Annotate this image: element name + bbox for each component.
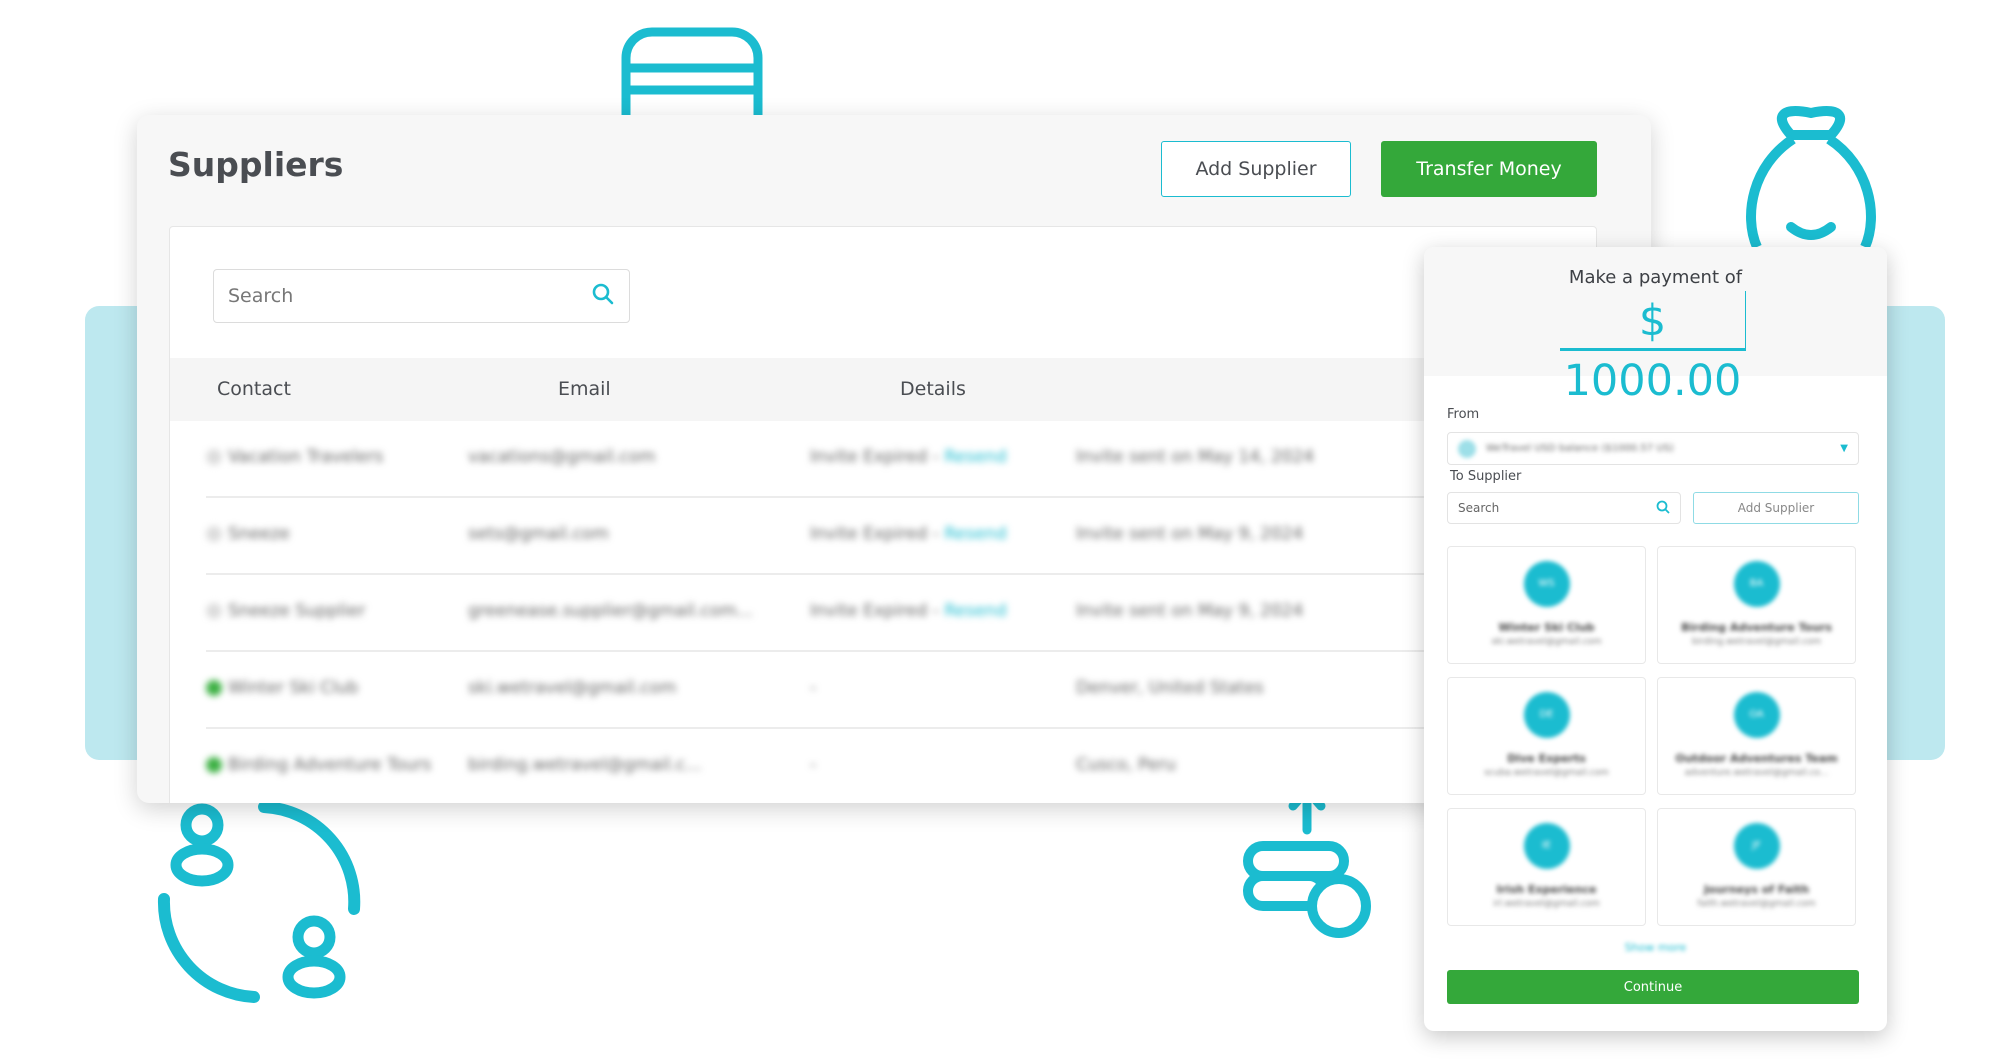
contact-name: Sneeze xyxy=(228,524,290,544)
search-icon xyxy=(591,282,615,311)
details-cell: Invite Expired - Resend xyxy=(810,447,1007,467)
supplier-email: faith.wetravel@gmail.com xyxy=(1697,899,1816,909)
email-cell: ski.wetravel@gmail.com xyxy=(468,678,677,698)
extra-cell: Denver, United States xyxy=(1076,678,1264,698)
from-select[interactable]: WeTravel USD balance ($1000.57 US) ▼ xyxy=(1447,432,1859,465)
avatar: IE xyxy=(1523,823,1570,869)
suppliers-table-panel: Search Contact Email Details Vacation Tr… xyxy=(169,226,1606,803)
continue-button[interactable]: Continue xyxy=(1447,970,1859,1004)
amount-input[interactable]: $ 1000.00 xyxy=(1560,291,1746,406)
supplier-email: adventure.wetravel@gmail.co... xyxy=(1684,768,1829,778)
search-icon xyxy=(1656,500,1670,517)
add-supplier-button[interactable]: Add Supplier xyxy=(1161,141,1351,197)
status-dot xyxy=(206,449,222,465)
show-more-link[interactable]: Show more xyxy=(1424,941,1887,954)
payment-heading: Make a payment of xyxy=(1568,267,1743,288)
to-supplier-label: To Supplier xyxy=(1450,469,1522,484)
supplier-name: Winter Ski Club xyxy=(1498,621,1595,634)
table-header: Contact Email Details xyxy=(170,358,1596,421)
supplier-card[interactable]: DE Dive Experts scuba.wetravel@gmail.com xyxy=(1447,677,1646,795)
extra-cell: Invite sent on May 9, 2024 xyxy=(1076,601,1304,621)
status-dot xyxy=(206,603,222,619)
payment-header: Make a payment of $ 1000.00 xyxy=(1424,247,1887,406)
contact-name: Sneeze Supplier xyxy=(228,601,366,621)
money-bag-icon xyxy=(1743,105,1879,251)
avatar: BA xyxy=(1733,561,1780,607)
account-icon xyxy=(1458,439,1476,458)
contact-cell: Sneeze Supplier xyxy=(206,601,365,621)
contact-cell: Birding Adventure Tours xyxy=(206,755,431,775)
supplier-name: Irish Experience xyxy=(1496,883,1597,896)
extra-cell: Invite sent on May 14, 2024 xyxy=(1076,447,1315,467)
from-label: From xyxy=(1447,407,1480,422)
avatar: DE xyxy=(1523,692,1570,738)
supplier-email: irl.wetravel@gmail.com xyxy=(1493,899,1600,909)
details-cell: Invite Expired - Resend xyxy=(810,524,1007,544)
supplier-search-input[interactable]: Search xyxy=(1447,492,1681,524)
supplier-email: birding.wetravel@gmail.com xyxy=(1691,637,1822,647)
supplier-card[interactable]: IE Irish Experience irl.wetravel@gmail.com xyxy=(1447,808,1646,926)
column-details: Details xyxy=(900,378,966,400)
payment-panel: Make a payment of $ 1000.00 From WeTrave… xyxy=(1424,247,1887,1031)
extra-cell: Invite sent on May 9, 2024 xyxy=(1076,524,1304,544)
avatar: WS xyxy=(1523,561,1570,607)
avatar: JF xyxy=(1733,823,1780,869)
resend-link[interactable]: Resend xyxy=(944,524,1006,544)
contact-cell: Vacation Travelers xyxy=(206,447,383,467)
supplier-name: Birding Adventure Tours xyxy=(1681,621,1832,634)
details-cell: - xyxy=(810,678,816,698)
panel-add-supplier-button[interactable]: Add Supplier xyxy=(1693,492,1859,524)
table-row[interactable]: Birding Adventure Tours birding.wetravel… xyxy=(206,729,1606,803)
details-text: Invite Expired - xyxy=(810,447,939,467)
details-text: - xyxy=(810,678,817,698)
details-cell: - xyxy=(810,755,816,775)
details-text: Invite Expired - xyxy=(810,524,939,544)
people-cycle-icon xyxy=(154,799,364,1013)
chevron-down-icon: ▼ xyxy=(1840,443,1848,454)
search-placeholder: Search xyxy=(228,285,294,307)
email-cell: vacations@gmail.com xyxy=(468,447,656,467)
details-text: Invite Expired - xyxy=(810,601,939,621)
extra-cell: Cusco, Peru xyxy=(1076,755,1176,775)
search-placeholder: Search xyxy=(1458,501,1500,515)
contact-name: Winter Ski Club xyxy=(228,678,359,698)
contact-name: Vacation Travelers xyxy=(228,447,384,467)
page-title: Suppliers xyxy=(168,145,344,184)
table-row[interactable]: Sneeze Supplier greenease.supplier@gmail… xyxy=(206,575,1606,652)
status-dot xyxy=(206,526,222,542)
supplier-card[interactable]: BA Birding Adventure Tours birding.wetrave… xyxy=(1657,546,1856,664)
resend-link[interactable]: Resend xyxy=(944,601,1006,621)
coins-transfer-icon xyxy=(1243,785,1373,944)
table-row[interactable]: Winter Ski Club ski.wetravel@gmail.com -… xyxy=(206,652,1606,729)
supplier-name: Journeys of Faith xyxy=(1703,883,1810,896)
email-cell: greenease.supplier@gmail.com... xyxy=(468,601,753,621)
details-cell: Invite Expired - Resend xyxy=(810,601,1007,621)
column-email: Email xyxy=(558,378,611,400)
resend-link[interactable]: Resend xyxy=(944,447,1006,467)
contact-cell: Winter Ski Club xyxy=(206,678,358,698)
email-cell: birding.wetravel@gmail.c... xyxy=(468,755,702,775)
card-icon xyxy=(621,27,763,157)
status-dot xyxy=(206,680,222,696)
status-dot xyxy=(206,757,222,773)
supplier-card[interactable]: OA Outdoor Adventures Team adventure.wetra… xyxy=(1657,677,1856,795)
transfer-money-button[interactable]: Transfer Money xyxy=(1381,141,1597,197)
from-value: WeTravel USD balance ($1000.57 US) xyxy=(1486,443,1674,454)
table-row[interactable]: Sneeze sets@gmail.com Invite Expired - R… xyxy=(206,498,1606,575)
supplier-email: ski.wetravel@gmail.com xyxy=(1491,637,1602,647)
contact-name: Birding Adventure Tours xyxy=(228,755,432,775)
supplier-card[interactable]: JF Journeys of Faith faith.wetravel@gmail.… xyxy=(1657,808,1856,926)
table-row[interactable]: Vacation Travelers vacations@gmail.com I… xyxy=(206,421,1606,498)
supplier-name: Outdoor Adventures Team xyxy=(1675,752,1838,765)
supplier-email: scuba.wetravel@gmail.com xyxy=(1484,768,1609,778)
email-cell: sets@gmail.com xyxy=(468,524,609,544)
avatar: OA xyxy=(1733,692,1780,738)
supplier-name: Dive Experts xyxy=(1507,752,1586,765)
search-input[interactable]: Search xyxy=(213,269,630,323)
contact-cell: Sneeze xyxy=(206,524,290,544)
column-contact: Contact xyxy=(217,378,291,400)
supplier-card[interactable]: WS Winter Ski Club ski.wetravel@gmail.com xyxy=(1447,546,1646,664)
details-text: - xyxy=(810,755,817,775)
